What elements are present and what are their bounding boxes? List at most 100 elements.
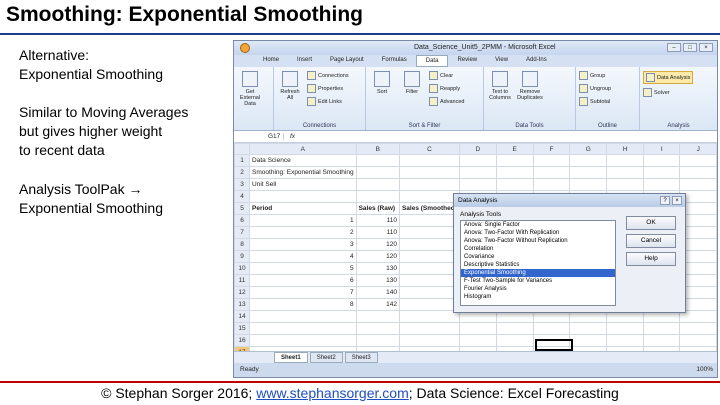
tab-formulas[interactable]: Formulas (373, 55, 416, 67)
sheet-tab-sheet2[interactable]: Sheet2 (309, 352, 343, 363)
analysis-tool-item[interactable]: F-Test Two-Sample for Variances (461, 277, 615, 285)
column-header[interactable]: D (458, 143, 497, 155)
ok-button[interactable]: OK (626, 216, 676, 230)
cell[interactable]: 6 (249, 274, 357, 287)
cell[interactable] (606, 322, 645, 335)
refresh-all-button[interactable]: Refresh All (277, 71, 303, 130)
clear-button[interactable]: Clear (429, 71, 464, 80)
cell[interactable] (643, 178, 681, 191)
ungroup-button[interactable]: Ungroup (579, 84, 611, 93)
select-all-corner[interactable] (234, 143, 251, 155)
tab-data[interactable]: Data (415, 55, 449, 67)
cell[interactable] (398, 226, 460, 239)
reapply-button[interactable]: Reapply (429, 84, 464, 93)
cell[interactable] (532, 166, 571, 179)
cell[interactable] (458, 178, 497, 191)
cell[interactable] (398, 322, 460, 335)
row-header[interactable]: 13 (234, 298, 251, 311)
cell[interactable]: 120 (355, 238, 400, 251)
subtotal-button[interactable]: Subtotal (579, 97, 611, 106)
row-header[interactable]: 11 (234, 274, 251, 287)
cell[interactable] (355, 334, 400, 347)
cell[interactable] (569, 334, 608, 347)
cell[interactable] (249, 322, 357, 335)
name-box[interactable]: G17 (234, 133, 284, 140)
zoom-level[interactable]: 100% (696, 366, 713, 374)
tab-home[interactable]: Home (254, 55, 288, 67)
column-header[interactable]: H (606, 143, 645, 155)
sheet-tab-sheet1[interactable]: Sheet1 (274, 352, 308, 363)
cell[interactable] (398, 262, 460, 275)
cell[interactable] (398, 214, 460, 227)
cell[interactable]: 142 (355, 298, 400, 311)
cell[interactable]: 1 (249, 214, 357, 227)
analysis-tools-list[interactable]: Anova: Single Factor Anova: Two-Factor Wi… (460, 220, 616, 306)
cell[interactable]: 140 (355, 286, 400, 299)
office-button-icon[interactable] (240, 43, 250, 53)
column-header[interactable]: C (398, 143, 460, 155)
properties-button[interactable]: Properties (307, 84, 349, 93)
cell[interactable]: 8 (249, 298, 357, 311)
analysis-tool-item[interactable]: Covariance (461, 253, 615, 261)
cell[interactable]: Smoothing: Exponential Smoothing (249, 166, 357, 179)
cell[interactable] (532, 178, 571, 191)
cell[interactable] (355, 310, 400, 323)
sheet-tab-sheet3[interactable]: Sheet3 (344, 352, 378, 363)
analysis-tool-item[interactable]: Anova: Two-Factor With Replication (461, 229, 615, 237)
cell[interactable]: Sales (Smoothed) (398, 202, 460, 215)
cell[interactable] (495, 334, 534, 347)
connections-button[interactable]: Connections (307, 71, 349, 80)
tab-insert[interactable]: Insert (288, 55, 321, 67)
cancel-button[interactable]: Cancel (626, 234, 676, 248)
cell[interactable] (532, 322, 571, 335)
column-header[interactable]: J (679, 143, 717, 155)
cell[interactable] (569, 322, 608, 335)
help-button[interactable]: Help (626, 252, 676, 266)
row-header[interactable]: 6 (234, 214, 251, 227)
cell[interactable] (606, 178, 645, 191)
row-header[interactable]: 14 (234, 310, 251, 323)
column-header[interactable]: F (532, 143, 571, 155)
cell[interactable] (606, 334, 645, 347)
cell[interactable]: Sales (Raw) (355, 202, 400, 215)
row-header[interactable]: 9 (234, 250, 251, 263)
cell[interactable] (355, 178, 400, 191)
row-header[interactable]: 5 (234, 202, 251, 215)
maximize-icon[interactable]: □ (683, 43, 697, 52)
row-header[interactable]: 1 (234, 154, 251, 167)
analysis-tool-item[interactable]: Histogram (461, 293, 615, 301)
column-header[interactable]: I (643, 143, 681, 155)
analysis-tool-item[interactable]: Anova: Two-Factor Without Replication (461, 237, 615, 245)
analysis-tool-item[interactable]: Fourier Analysis (461, 285, 615, 293)
close-icon[interactable]: × (699, 43, 713, 52)
cell[interactable] (355, 154, 400, 167)
cell[interactable] (643, 322, 681, 335)
cell[interactable] (398, 178, 460, 191)
cell[interactable] (249, 310, 357, 323)
cell[interactable]: Period (249, 202, 357, 215)
solver-button[interactable]: Solver (643, 88, 693, 97)
cell[interactable]: 3 (249, 238, 357, 251)
cell[interactable] (643, 166, 681, 179)
close-icon[interactable]: × (672, 196, 682, 205)
row-header[interactable]: 7 (234, 226, 251, 239)
cell[interactable]: 110 (355, 214, 400, 227)
analysis-tool-item[interactable]: Anova: Single Factor (461, 221, 615, 229)
cell[interactable] (398, 250, 460, 263)
cell[interactable]: 2 (249, 226, 357, 239)
advanced-button[interactable]: Advanced (429, 97, 464, 106)
cell[interactable] (495, 178, 534, 191)
column-header[interactable]: A (249, 143, 357, 155)
tab-add-ins[interactable]: Add-Ins (517, 55, 556, 67)
sort-button[interactable]: Sort (369, 71, 395, 130)
remove-duplicates-button[interactable]: Remove Duplicates (517, 71, 543, 130)
cell[interactable] (606, 166, 645, 179)
edit-links-button[interactable]: Edit Links (307, 97, 349, 106)
cell[interactable] (569, 178, 608, 191)
cell[interactable] (679, 154, 717, 167)
text-to-columns-button[interactable]: Text to Columns (487, 71, 513, 130)
tab-review[interactable]: Review (448, 55, 486, 67)
cell[interactable] (606, 154, 645, 167)
cell[interactable] (398, 310, 460, 323)
cell[interactable] (398, 190, 460, 203)
